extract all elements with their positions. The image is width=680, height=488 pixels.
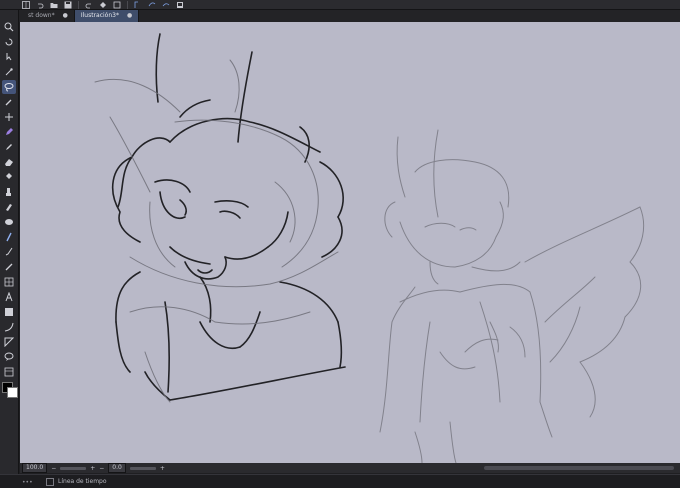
angle-in-button[interactable]: + bbox=[160, 465, 165, 472]
window-icon[interactable] bbox=[176, 1, 184, 9]
folder-icon[interactable] bbox=[50, 1, 58, 9]
eyedropper-tool[interactable] bbox=[2, 95, 16, 109]
zoom-field[interactable]: 100.0 bbox=[22, 463, 48, 473]
ruler-tool[interactable] bbox=[2, 260, 16, 274]
lasso-icon bbox=[4, 83, 14, 92]
grid-icon[interactable] bbox=[22, 0, 30, 9]
curve-tool[interactable] bbox=[2, 245, 16, 259]
eraser-icon bbox=[5, 159, 13, 166]
zoom-out-button[interactable]: − bbox=[51, 465, 56, 472]
arrows-icon bbox=[5, 113, 13, 121]
curve-icon bbox=[5, 247, 13, 256]
eyedropper-icon bbox=[5, 99, 12, 106]
zoom-tool[interactable] bbox=[2, 20, 16, 34]
document-tabs: st down* ● Ilustración3* ● bbox=[0, 10, 680, 22]
canvas-status-bar: 100.0 − + − 0.0 + bbox=[20, 463, 680, 473]
panel-handle[interactable]: ••• bbox=[22, 479, 33, 486]
blend-icon bbox=[5, 219, 13, 225]
pencil-tool[interactable] bbox=[2, 140, 16, 154]
brush-icon bbox=[6, 188, 11, 196]
close-icon[interactable]: ● bbox=[127, 10, 132, 22]
wand-icon bbox=[5, 68, 13, 76]
move-layer-tool[interactable] bbox=[2, 50, 16, 64]
save-icon[interactable] bbox=[64, 1, 72, 9]
line-tool[interactable] bbox=[2, 230, 16, 244]
close-icon[interactable]: ● bbox=[63, 10, 68, 22]
zoom-slider[interactable] bbox=[60, 466, 87, 470]
undo-icon[interactable] bbox=[36, 1, 44, 9]
magnifier-icon bbox=[4, 22, 14, 32]
panel-icon bbox=[4, 367, 14, 377]
eraser-tool[interactable] bbox=[2, 155, 16, 169]
lasso-icon[interactable] bbox=[148, 1, 156, 9]
brush-tool[interactable] bbox=[2, 185, 16, 199]
timeline-label[interactable]: Línea de tiempo bbox=[58, 478, 107, 485]
top-command-bar bbox=[0, 0, 680, 10]
move-layer-icon bbox=[6, 53, 12, 61]
auto-select-tool[interactable] bbox=[2, 65, 16, 79]
rotate-icon bbox=[5, 38, 13, 46]
angle-field[interactable]: 0.0 bbox=[108, 463, 126, 473]
pencil-icon bbox=[6, 144, 12, 150]
horizontal-scrollbar[interactable] bbox=[484, 466, 674, 470]
angle-out-button[interactable]: − bbox=[99, 465, 104, 472]
line-icon bbox=[6, 232, 12, 242]
character-sketch-left bbox=[94, 59, 339, 403]
drawing-canvas[interactable] bbox=[20, 22, 680, 463]
frame-icon bbox=[4, 277, 14, 287]
tab-ilustracion3[interactable]: Ilustración3* ● bbox=[74, 10, 140, 22]
sketch-artwork[interactable] bbox=[20, 22, 680, 463]
fill-icon[interactable] bbox=[99, 1, 107, 9]
move-tool[interactable] bbox=[2, 110, 16, 124]
gradient-icon bbox=[5, 308, 13, 316]
angle-slider[interactable] bbox=[129, 466, 156, 470]
fill-tool[interactable] bbox=[2, 170, 16, 184]
airbrush-tool[interactable] bbox=[2, 200, 16, 214]
panel-tool[interactable] bbox=[2, 365, 16, 379]
tab-label: st down* bbox=[28, 12, 55, 19]
arc-icon bbox=[4, 322, 14, 332]
selection-icon[interactable] bbox=[134, 1, 142, 9]
character-lineart-left bbox=[112, 33, 346, 401]
zoom-in-button[interactable]: + bbox=[90, 465, 95, 472]
text-tool[interactable] bbox=[2, 290, 16, 304]
arc-tool[interactable] bbox=[2, 320, 16, 334]
bucket-icon bbox=[6, 173, 12, 179]
vector-tool[interactable] bbox=[2, 335, 16, 349]
toolbar-separator bbox=[78, 0, 79, 9]
timeline-panel-bar: ••• Línea de tiempo bbox=[0, 474, 680, 488]
color-swatches[interactable] bbox=[2, 382, 18, 398]
frame-tool[interactable] bbox=[2, 275, 16, 289]
ruler-icon bbox=[5, 263, 13, 271]
airbrush-icon bbox=[6, 204, 12, 211]
text-icon bbox=[5, 292, 13, 302]
selection-tool[interactable] bbox=[2, 80, 16, 94]
timeline-icon[interactable] bbox=[46, 477, 54, 486]
pen-tool[interactable] bbox=[2, 125, 16, 139]
background-color-swatch[interactable] bbox=[7, 387, 18, 398]
toolbar-separator bbox=[127, 0, 128, 9]
tab-label: Ilustración3* bbox=[80, 12, 119, 19]
tab-st-down[interactable]: st down* ● bbox=[22, 10, 75, 22]
character-sketch-right bbox=[379, 129, 645, 463]
vector-icon bbox=[4, 337, 14, 347]
balloon-tool[interactable] bbox=[2, 350, 16, 364]
layer-icon[interactable] bbox=[162, 1, 170, 9]
blend-tool[interactable] bbox=[2, 215, 16, 229]
rotate-tool[interactable] bbox=[2, 35, 16, 49]
gradient-tool[interactable] bbox=[2, 305, 16, 319]
tool-palette bbox=[0, 10, 19, 476]
pen-icon bbox=[6, 128, 13, 135]
transform-icon[interactable] bbox=[113, 1, 121, 9]
balloon-icon bbox=[4, 352, 14, 361]
redo-icon[interactable] bbox=[85, 1, 93, 9]
